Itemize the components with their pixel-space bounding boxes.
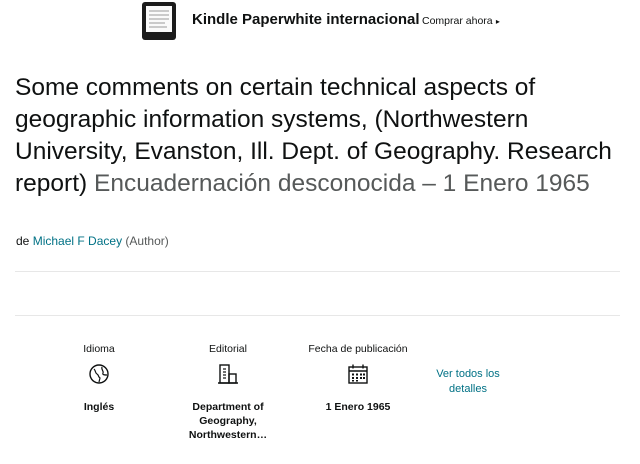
attribute-label: Editorial <box>209 343 247 355</box>
buy-now-link[interactable]: Comprar ahora ▸ <box>422 15 500 27</box>
see-all-details-link[interactable]: Ver todos los detalles <box>428 367 508 397</box>
attribute-value: Inglés <box>83 401 115 413</box>
byline: de Michael F Dacey (Author) <box>16 234 169 248</box>
divider-bottom <box>15 315 620 316</box>
byline-prefix: de <box>16 234 30 248</box>
book-title-heading: Some comments on certain technical aspec… <box>15 72 615 200</box>
attribute-value: 1 Enero 1965 <box>325 401 391 413</box>
promo-product-name[interactable]: Kindle Paperwhite internacional <box>192 11 420 28</box>
author-link[interactable]: Michael F Dacey <box>33 234 122 248</box>
kindle-promo-banner[interactable]: Kindle Paperwhite internacional Comprar … <box>0 0 640 42</box>
globe-icon <box>89 364 109 384</box>
kindle-device-image[interactable] <box>140 2 178 40</box>
calendar-icon <box>348 364 368 384</box>
book-format: Encuadernación desconocida – 1 Enero 196… <box>93 170 590 197</box>
attribute-publication-date[interactable]: Fecha de publicación 1 Enero 1965 <box>298 327 418 414</box>
chevron-right-icon: ▸ <box>493 17 500 26</box>
buy-now-label[interactable]: Comprar ahora <box>422 15 493 27</box>
attribute-label: Fecha de publicación <box>308 343 408 355</box>
attribute-language[interactable]: Idioma Inglés <box>39 327 159 414</box>
divider-top <box>15 271 620 272</box>
attribute-value: Department of Geography, Northwestern… <box>188 401 268 441</box>
attribute-publisher[interactable]: Editorial Department of Geography, North… <box>168 327 288 442</box>
building-icon <box>218 364 238 384</box>
attribute-label: Idioma <box>83 343 115 355</box>
author-role: (Author) <box>125 234 169 248</box>
